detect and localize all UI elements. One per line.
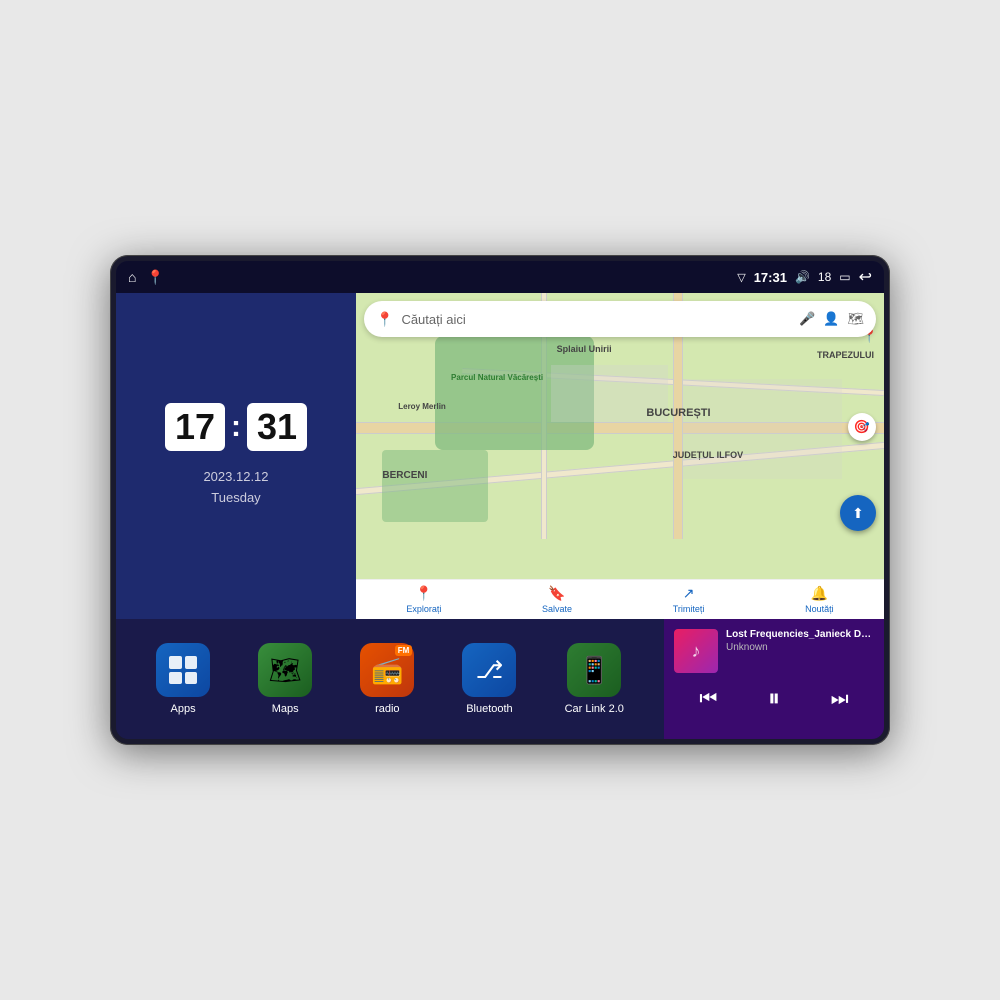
app-label-apps: Apps	[171, 703, 196, 715]
map-nav-saved[interactable]: 🔖 Salvate	[542, 585, 572, 614]
carlink-icon: 📱	[578, 655, 610, 686]
map-label-berceni: BERCENI	[382, 470, 427, 481]
music-title: Lost Frequencies_Janieck Devy-...	[726, 629, 874, 640]
apps-icon-wrapper	[156, 643, 210, 697]
radio-icon-wrapper: 📻 FM	[360, 643, 414, 697]
app-item-apps[interactable]: Apps	[156, 643, 210, 715]
clock-separator: :	[231, 410, 241, 444]
map-nav-explore[interactable]: 📍 Explorați	[406, 585, 441, 614]
music-play-btn[interactable]: ⏸	[768, 685, 780, 713]
fm-badge: FM	[395, 645, 413, 656]
car-display-device: ⌂ 📍 ▽ 17:31 🔊 18 ▭ ↩ 17 :	[110, 255, 890, 745]
map-mic-icon[interactable]: 🎤	[799, 311, 815, 327]
clock-hour: 17	[165, 403, 225, 451]
apps-grid-icon	[169, 656, 197, 684]
app-label-bluetooth: Bluetooth	[466, 703, 512, 715]
map-navigate-btn[interactable]: ⬆	[840, 495, 876, 531]
map-search-bar[interactable]: 📍 Căutați aici 🎤 👤 🗺	[364, 301, 876, 337]
apps-grid-cell-1	[169, 656, 182, 669]
apps-row: Apps 🗺 Maps 📻 FM	[116, 619, 664, 739]
share-icon: ↗	[683, 585, 695, 602]
map-search-pin-icon: 📍	[376, 311, 393, 328]
music-next-btn[interactable]: ⏭	[831, 688, 849, 711]
music-album-art: ♪	[674, 629, 718, 673]
map-widget[interactable]: Parcul Natural Văcărești Leroy Merlin BE…	[356, 293, 884, 619]
apps-grid-cell-3	[169, 672, 182, 685]
music-prev-btn[interactable]: ⏮	[699, 688, 717, 711]
status-bar: ⌂ 📍 ▽ 17:31 🔊 18 ▭ ↩	[116, 261, 884, 293]
music-text: Lost Frequencies_Janieck Devy-... Unknow…	[726, 629, 874, 653]
apps-grid-cell-2	[185, 656, 198, 669]
map-label-judet: JUDEȚUL ILFOV	[673, 450, 743, 460]
clock-display: 17 : 31	[165, 403, 307, 451]
bluetooth-icon: ⎇	[476, 656, 504, 685]
volume-icon: 🔊	[795, 270, 810, 284]
time-display: 17:31	[754, 270, 787, 285]
app-label-maps: Maps	[272, 703, 299, 715]
date-display: 2023.12.12 Tuesday	[203, 467, 268, 509]
saved-icon: 🔖	[548, 585, 565, 602]
maps-icon-wrapper: 🗺	[258, 643, 312, 697]
battery-level: 18	[818, 270, 831, 284]
battery-icon: ▭	[839, 270, 850, 284]
map-nav-news[interactable]: 🔔 Noutăți	[805, 585, 834, 614]
app-label-carlink: Car Link 2.0	[565, 703, 624, 715]
home-icon[interactable]: ⌂	[128, 269, 136, 285]
news-icon: 🔔	[811, 585, 828, 602]
music-controls: ⏮ ⏸ ⏭	[674, 685, 874, 713]
app-item-radio[interactable]: 📻 FM radio	[360, 643, 414, 715]
app-item-bluetooth[interactable]: ⎇ Bluetooth	[462, 643, 516, 715]
date-line1: 2023.12.12	[203, 467, 268, 488]
map-account-icon[interactable]: 👤	[823, 311, 839, 327]
map-search-input[interactable]: Căutați aici	[401, 312, 791, 327]
map-bottom-bar: 📍 Explorați 🔖 Salvate ↗ Trimiteți 🔔	[356, 579, 884, 619]
map-search-actions: 🎤 👤 🗺	[799, 311, 864, 327]
maps-icon: 🗺	[269, 655, 302, 686]
device-screen: ⌂ 📍 ▽ 17:31 🔊 18 ▭ ↩ 17 :	[116, 261, 884, 739]
top-section: 17 : 31 2023.12.12 Tuesday	[116, 293, 884, 619]
explore-icon: 📍	[415, 585, 432, 602]
main-content: 17 : 31 2023.12.12 Tuesday	[116, 293, 884, 739]
music-info-row: ♪ Lost Frequencies_Janieck Devy-... Unkn…	[674, 629, 874, 673]
maps-icon[interactable]: 📍	[146, 269, 163, 286]
map-label-leroy: Leroy Merlin	[398, 402, 446, 411]
app-item-carlink[interactable]: 📱 Car Link 2.0	[565, 643, 624, 715]
map-nav-share[interactable]: ↗ Trimiteți	[673, 585, 705, 614]
carlink-icon-wrapper: 📱	[567, 643, 621, 697]
status-bar-right: ▽ 17:31 🔊 18 ▭ ↩	[737, 267, 872, 287]
radio-icon: 📻	[371, 655, 403, 686]
map-label-trapezului: TRAPEZULUI	[817, 350, 874, 360]
app-item-maps[interactable]: 🗺 Maps	[258, 643, 312, 715]
map-label-bucuresti: BUCUREȘTI	[646, 407, 710, 419]
bluetooth-icon-wrapper: ⎇	[462, 643, 516, 697]
map-label-parcul: Parcul Natural Văcărești	[451, 373, 543, 382]
status-bar-left: ⌂ 📍	[128, 269, 164, 286]
music-artist: Unknown	[726, 642, 874, 653]
map-label-splaiul: Splaiul Unirii	[557, 344, 612, 354]
signal-icon: ▽	[737, 271, 745, 284]
app-label-radio: radio	[375, 703, 399, 715]
clock-widget: 17 : 31 2023.12.12 Tuesday	[116, 293, 356, 619]
date-line2: Tuesday	[203, 488, 268, 509]
apps-grid-cell-4	[185, 672, 198, 685]
music-player: ♪ Lost Frequencies_Janieck Devy-... Unkn…	[664, 619, 884, 739]
map-compass-btn[interactable]: 🎯	[848, 413, 876, 441]
back-icon[interactable]: ↩	[859, 267, 872, 287]
map-layers-icon[interactable]: 🗺	[847, 311, 864, 327]
bottom-section: Apps 🗺 Maps 📻 FM	[116, 619, 884, 739]
clock-minute: 31	[247, 403, 307, 451]
